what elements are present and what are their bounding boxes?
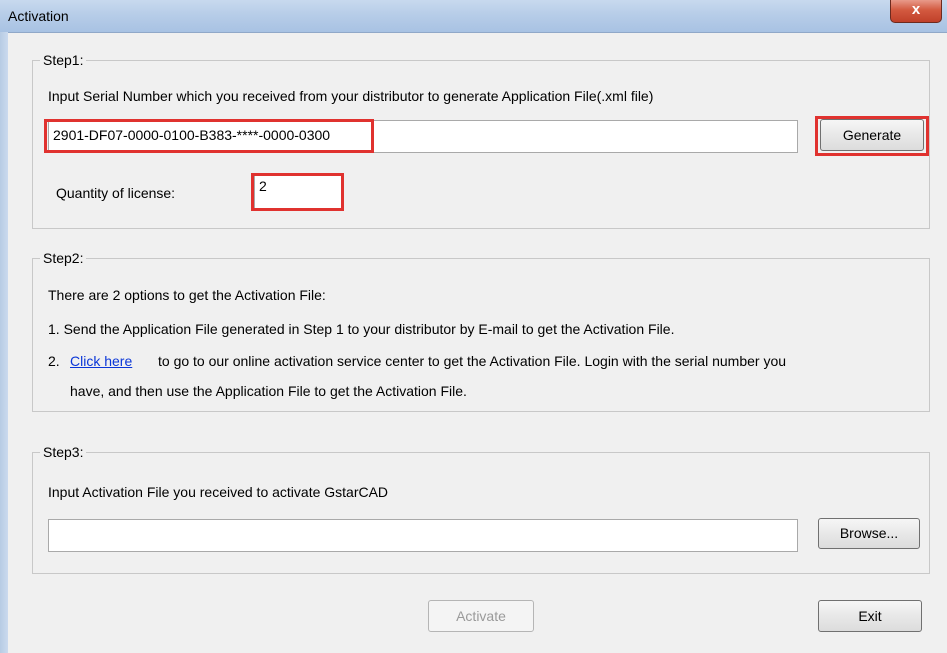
step2-option2-continued: have, and then use the Application File … — [70, 383, 467, 399]
browse-button-label: Browse... — [839, 525, 899, 541]
step3-instruction: Input Activation File you received to ac… — [48, 484, 389, 500]
window-left-border — [0, 32, 8, 653]
serial-number-input[interactable]: 2901-DF07-0000-0100-B383-****-0000-0300 — [48, 120, 798, 153]
generate-button[interactable]: Generate — [820, 119, 924, 151]
step2-legend: Step2: — [43, 250, 84, 266]
step3-legend: Step3: — [43, 444, 84, 460]
activate-button-label: Activate — [456, 608, 506, 624]
step1-instruction: Input Serial Number which you received f… — [48, 88, 654, 104]
step1-legend: Step1: — [43, 52, 84, 68]
generate-button-label: Generate — [842, 127, 902, 143]
title-bar: Activation x — [0, 0, 947, 33]
step2-option2-number: 2. — [48, 353, 60, 369]
click-here-link[interactable]: Click here — [70, 353, 132, 369]
step2-intro: There are 2 options to get the Activatio… — [48, 287, 326, 303]
quantity-label: Quantity of license: — [56, 185, 176, 201]
activation-file-input[interactable] — [48, 519, 798, 552]
activate-button[interactable]: Activate — [428, 600, 534, 632]
quantity-input[interactable]: 2 — [254, 175, 342, 209]
step2-option2-text: to go to our online activation service c… — [158, 353, 787, 369]
exit-button[interactable]: Exit — [818, 600, 922, 632]
close-icon: x — [911, 1, 921, 18]
step2-option1: 1. Send the Application File generated i… — [48, 321, 675, 337]
exit-button-label: Exit — [858, 608, 882, 624]
step3-group: Step3: — [32, 444, 930, 574]
close-button[interactable]: x — [890, 0, 942, 23]
browse-button[interactable]: Browse... — [818, 518, 920, 549]
activation-window: Activation x Step1: Input Serial Number … — [0, 0, 947, 653]
window-title: Activation — [8, 8, 69, 24]
